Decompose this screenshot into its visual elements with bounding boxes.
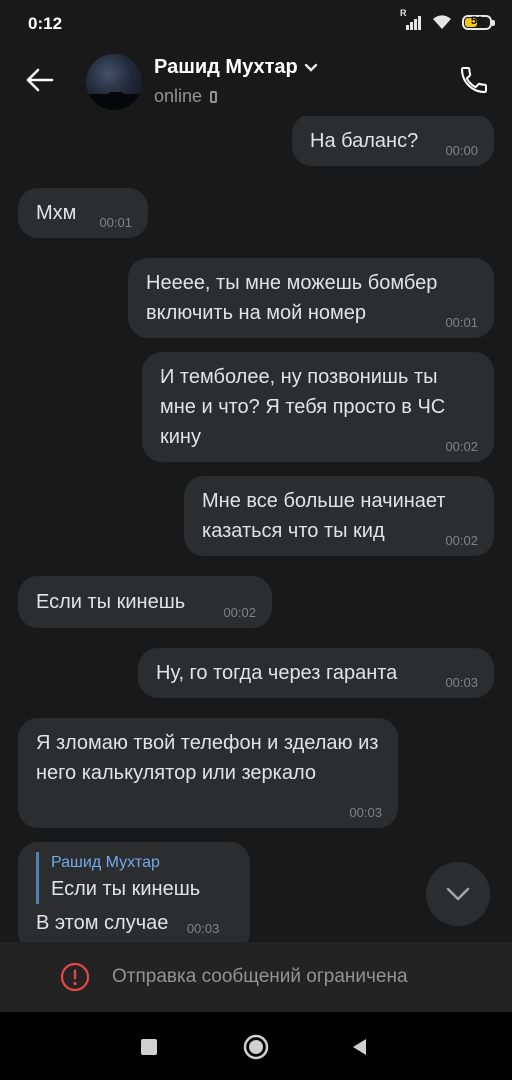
message-time: 00:03	[186, 921, 220, 936]
message-time: 00:00	[445, 143, 478, 158]
chevron-down-icon	[446, 887, 470, 901]
restricted-text: Отправка сообщений ограничена	[112, 966, 408, 987]
message-text: Я зломаю твой телефон и зделаю из него к…	[36, 732, 379, 784]
reply-text: Если ты кинешь	[51, 878, 201, 900]
back-triangle-button[interactable]	[350, 1037, 370, 1057]
message-incoming-reply[interactable]: Рашид Мухтар Если ты кинешь В этом случа…	[18, 842, 250, 942]
avatar-figure	[108, 92, 124, 98]
battery-icon: 52	[462, 14, 495, 30]
back-arrow-icon	[26, 68, 54, 92]
message-time: 00:02	[445, 439, 478, 454]
chat-header: Рашид Мухтар online	[0, 48, 512, 116]
contact-status: online	[154, 86, 218, 107]
message-text: Мхм	[36, 202, 77, 224]
message-text: Ну, го тогда через гаранта	[156, 662, 398, 684]
message-text: Мне все больше начинает казаться что ты …	[202, 490, 446, 542]
home-button[interactable]	[243, 1034, 269, 1060]
message-text: В этом случае	[36, 912, 169, 934]
message-outgoing[interactable]: Ну, го тогда через гаранта 00:03	[138, 648, 494, 698]
wifi-icon	[433, 15, 451, 29]
signal-icon: R	[400, 8, 422, 30]
scroll-down-button[interactable]	[426, 862, 490, 926]
message-list[interactable]: На баланс? 00:00 Мхм 00:01 Нееее, ты мне…	[0, 116, 512, 942]
message-outgoing[interactable]: Нееее, ты мне можешь бомбер включить на …	[128, 258, 494, 338]
message-time: 00:01	[445, 315, 478, 330]
status-time: 0:12	[28, 14, 63, 33]
phone-icon	[461, 67, 487, 93]
status-text: online	[154, 86, 203, 106]
message-incoming[interactable]: Мхм 00:01	[18, 188, 148, 238]
message-time: 00:03	[445, 675, 478, 690]
contact-name[interactable]: Рашид Мухтар	[154, 56, 318, 79]
message-outgoing[interactable]: И темболее, ну позвонишь ты мне и что? Я…	[142, 352, 494, 462]
message-text: Нееее, ты мне можешь бомбер включить на …	[146, 272, 438, 324]
mobile-device-icon	[210, 90, 218, 103]
message-time: 00:03	[349, 805, 382, 820]
back-button[interactable]	[20, 60, 60, 100]
message-text: Если ты кинешь	[36, 591, 186, 613]
reply-author: Рашид Мухтар	[51, 854, 160, 871]
system-nav-bar	[0, 1012, 512, 1080]
message-outgoing[interactable]: На баланс? 00:00	[292, 116, 494, 166]
reply-quote[interactable]: Рашид Мухтар Если ты кинешь	[36, 852, 234, 904]
recent-apps-button[interactable]	[141, 1039, 157, 1055]
message-text: И темболее, ну позвонишь ты мне и что? Я…	[160, 366, 446, 448]
message-incoming[interactable]: Если ты кинешь 00:02	[18, 576, 272, 628]
message-time: 00:01	[99, 215, 132, 230]
messaging-restricted-bar: Отправка сообщений ограничена	[0, 942, 512, 1012]
call-button[interactable]	[454, 60, 494, 100]
battery-cap	[492, 19, 495, 26]
avatar[interactable]	[86, 54, 142, 110]
status-icons: R 52	[400, 8, 495, 30]
message-incoming[interactable]: Я зломаю твой телефон и зделаю из него к…	[18, 718, 398, 828]
message-text: На баланс?	[310, 130, 419, 152]
alert-circle-icon	[60, 962, 90, 992]
chevron-down-icon	[304, 63, 317, 72]
message-time: 00:02	[223, 605, 256, 620]
contact-name-text: Рашид Мухтар	[154, 56, 298, 78]
status-bar: 0:12 R 52	[0, 0, 512, 48]
battery-level: 52	[470, 14, 484, 27]
message-time: 00:02	[445, 533, 478, 548]
message-outgoing[interactable]: Мне все больше начинает казаться что ты …	[184, 476, 494, 556]
